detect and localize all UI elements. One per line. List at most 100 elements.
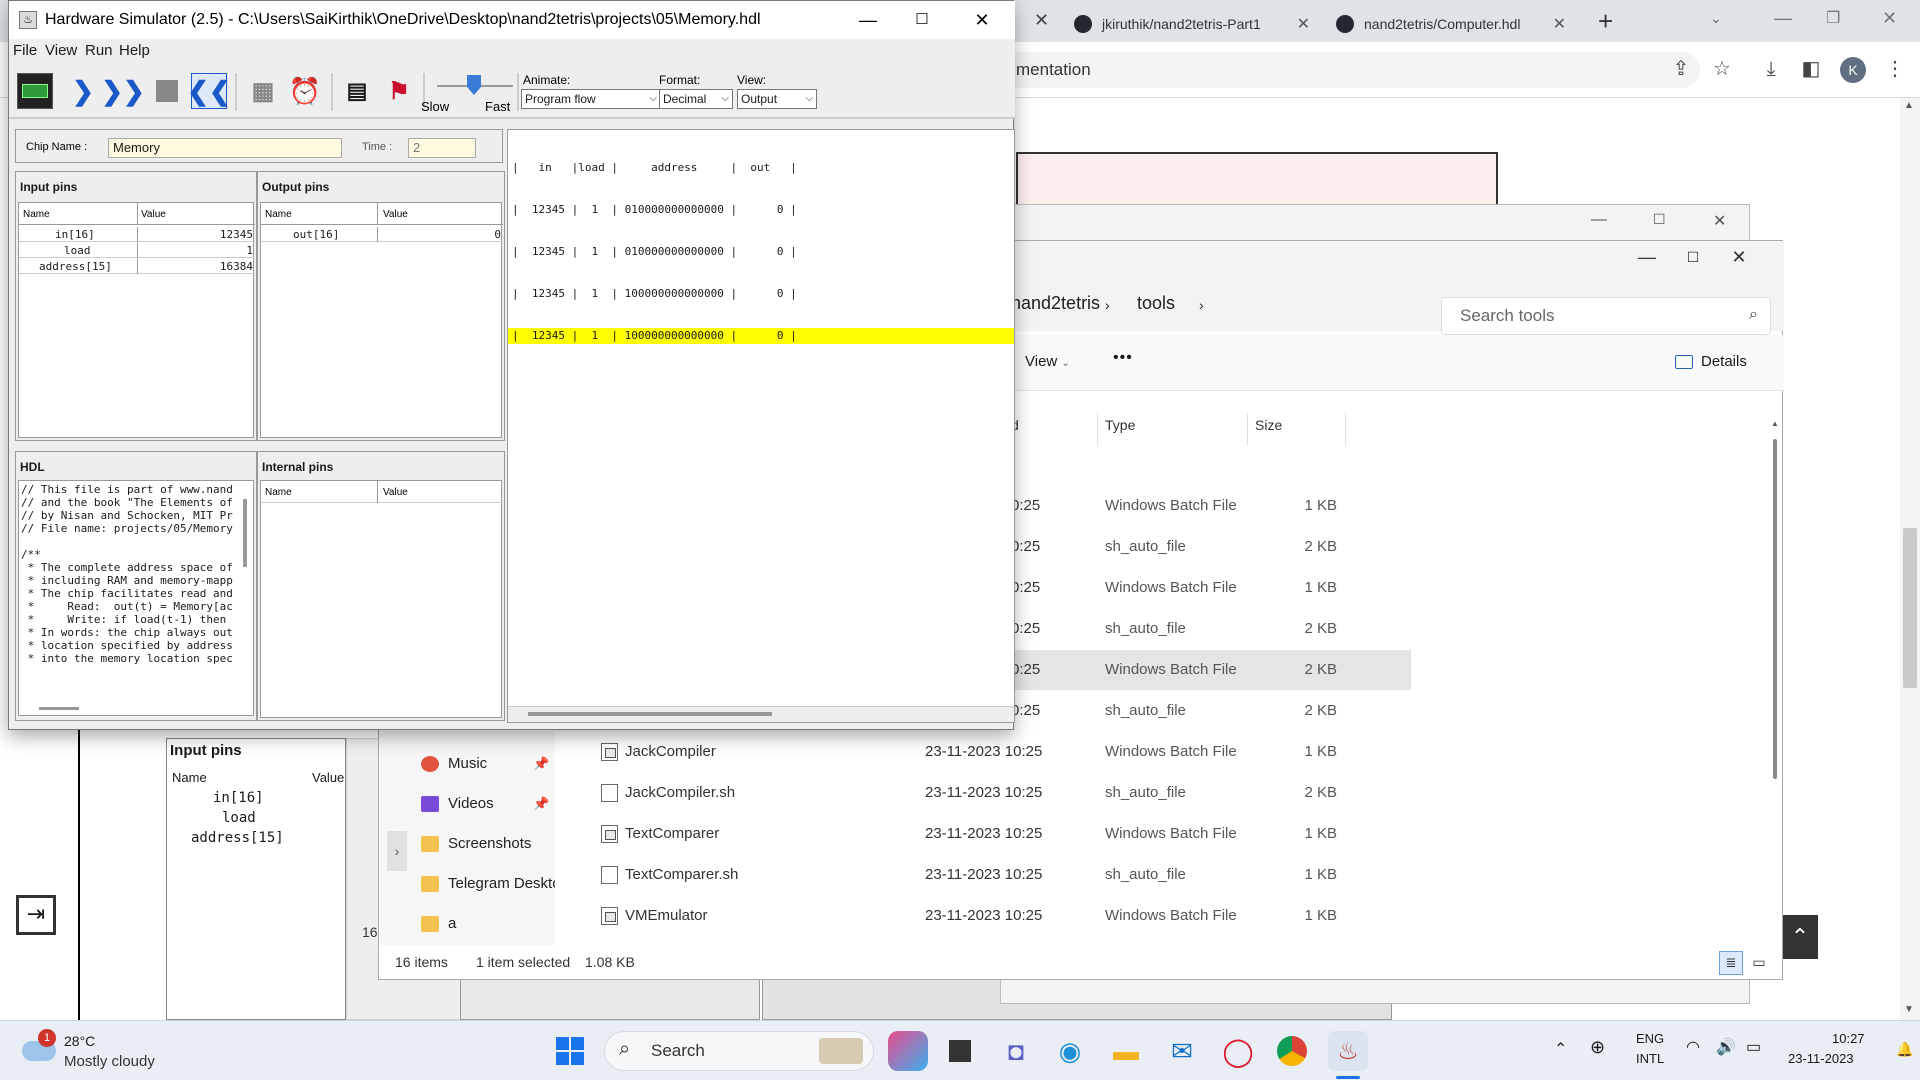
share-icon[interactable]: ⇪ [1670,58,1692,80]
exit-icon[interactable]: ⇥ [16,895,56,935]
format-select[interactable]: Decimal ⌵ [659,89,733,109]
single-step-button[interactable]: ❯ [65,73,101,109]
tick-tock-button[interactable]: ⏰ [287,73,323,109]
menu-view[interactable]: View [45,42,77,59]
chevron-right-icon[interactable]: › [387,831,407,871]
breadcrumb-item[interactable]: tools [1137,293,1175,314]
hdl-hscroll-thumb[interactable] [39,707,79,710]
column-separator[interactable] [1247,413,1248,445]
animate-select[interactable]: Program flow ⌵ [521,89,661,109]
chat-icon[interactable]: ◘ [996,1031,1036,1071]
plus-icon[interactable]: + [1598,6,1613,37]
kebab-menu-icon[interactable]: ⋮ [1884,58,1906,80]
restore-icon[interactable]: ❐ [1826,8,1840,28]
close-icon[interactable]: ✕ [1553,14,1566,34]
search-input[interactable]: Search tools ⌕ [1441,297,1771,335]
taskview-icon[interactable] [940,1031,980,1071]
column-separator[interactable] [1097,413,1098,445]
column-separator[interactable] [1345,413,1346,445]
notification-bell-icon[interactable]: 🔔 [1896,1041,1913,1058]
wifi-icon[interactable]: ◠ [1686,1037,1700,1057]
language-bottom[interactable]: INTL [1636,1051,1664,1066]
more-options-button[interactable]: ••• [1113,349,1133,367]
output-hscroll-thumb[interactable] [528,712,772,716]
scroll-up-icon[interactable]: ▲ [1904,100,1914,111]
scroll-up-icon[interactable]: ▲ [1771,419,1779,428]
chrome-icon[interactable] [1272,1031,1312,1071]
download-icon[interactable]: ⤓ [1760,58,1782,80]
chevron-up-icon[interactable]: ⌃ [1554,1039,1567,1059]
pin-value[interactable]: 16384 [220,260,253,273]
eval-button[interactable]: ▦ [245,73,281,109]
network-globe-icon[interactable]: ⊕ [1590,1037,1605,1058]
minimize-icon[interactable]: — [1624,241,1670,275]
details-pane-button[interactable]: Details [1675,353,1747,370]
close-icon[interactable]: ✕ [1713,211,1726,231]
table-row[interactable]: load 1 [19,243,255,258]
file-explorer-icon[interactable]: ▬ [1106,1031,1146,1071]
minimize-icon[interactable]: — [845,5,891,35]
language-top[interactable]: ENG [1636,1031,1664,1046]
battery-icon[interactable]: ▭ [1746,1037,1761,1057]
reset-button[interactable]: ❮❮ [187,73,231,109]
browser-tab-1[interactable]: jkiruthik/nand2tetris-Part1 ✕ [1062,6,1322,42]
file-list-scroll-thumb[interactable] [1773,439,1777,779]
nav-item-a[interactable]: a [421,915,456,932]
address-bar[interactable]: mentation [960,52,1700,88]
minimize-icon[interactable]: — [1774,8,1792,29]
tab-close-icon[interactable]: ✕ [1034,10,1049,31]
table-row[interactable]: address[15] 16384 [19,259,255,274]
menu-file[interactable]: File [13,42,37,59]
script-button[interactable]: ▤ [339,73,375,109]
menu-run[interactable]: Run [85,42,113,59]
chevron-right-icon[interactable]: › [1199,297,1204,313]
hdl-scroll-thumb[interactable] [243,499,247,567]
speed-slider[interactable] [437,75,513,97]
breakpoint-button[interactable]: ⚑ [381,73,417,109]
nav-item-videos[interactable]: Videos 📌 [421,795,549,812]
run-button[interactable]: ❯❯ [101,73,145,109]
column-size[interactable]: Size [1255,417,1282,433]
close-icon[interactable]: ✕ [959,5,1005,35]
scroll-down-icon[interactable]: ▼ [1904,1004,1914,1015]
slider-thumb[interactable] [467,75,481,95]
sidepanel-icon[interactable]: ◧ [1800,58,1822,80]
profile-avatar[interactable]: K [1840,57,1866,83]
stop-button[interactable] [149,73,185,109]
pin-value[interactable]: 1 [246,244,253,257]
copilot-icon[interactable] [888,1031,928,1071]
tiles-view-icon[interactable]: ▭ [1747,951,1771,975]
start-button[interactable] [550,1031,590,1071]
opera-icon[interactable]: ◯ [1218,1031,1258,1071]
browser-tab-2[interactable]: nand2tetris/Computer.hdl ✕ [1324,6,1578,42]
column-type[interactable]: Type [1105,417,1135,433]
details-view-icon[interactable]: ≣ [1719,951,1743,975]
taskbar-search[interactable]: ⌕ Search [604,1031,874,1071]
scroll-top-button[interactable]: ⌃ [1782,915,1818,959]
page-scroll-thumb[interactable] [1903,528,1917,688]
breadcrumb-item[interactable]: nand2tetris [1011,293,1100,314]
view-button[interactable]: View ⌄ [1025,353,1070,370]
maximize-icon[interactable]: ☐ [1670,241,1716,275]
java-icon[interactable]: ♨ [1328,1031,1368,1071]
minimize-icon[interactable]: — [1591,211,1607,229]
file-row-selected[interactable]: 0:25 Windows Batch File 2 KB [999,650,1411,690]
hdl-text-area[interactable]: // This file is part of www.nand // and … [18,480,254,716]
nav-scrollbar[interactable] [555,731,571,945]
menu-help[interactable]: Help [119,42,150,59]
clock-time[interactable]: 10:27 [1832,1031,1865,1046]
chevron-down-icon[interactable]: ⌄ [1710,10,1722,27]
clock-date[interactable]: 23-11-2023 [1788,1051,1854,1066]
nav-item-telegram[interactable]: Telegram Deskto [421,875,561,892]
close-icon[interactable]: ✕ [1716,241,1762,275]
mail-icon[interactable]: ✉ [1162,1031,1202,1071]
volume-icon[interactable]: 🔊 [1716,1037,1736,1057]
pin-value[interactable]: 12345 [220,228,253,241]
view-select[interactable]: Output ⌵ [737,89,817,109]
close-icon[interactable]: ✕ [1297,14,1310,34]
table-row[interactable]: in[16] 12345 [19,227,255,242]
edge-icon[interactable]: ◉ [1050,1031,1090,1071]
nav-item-music[interactable]: Music 📌 [421,755,549,772]
maximize-icon[interactable]: ☐ [899,5,945,35]
nav-item-screenshots[interactable]: Screenshots [421,835,531,852]
